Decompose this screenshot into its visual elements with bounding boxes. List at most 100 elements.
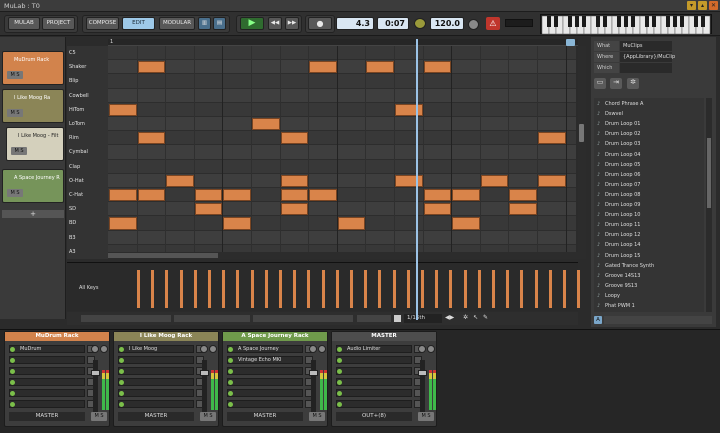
project-button[interactable]: PROJECT <box>42 17 75 30</box>
slot-power-icon[interactable] <box>337 391 342 396</box>
velocity-bar[interactable] <box>193 270 197 308</box>
fader-handle[interactable] <box>418 370 427 376</box>
add-track-button[interactable]: + <box>2 210 64 218</box>
velocity-bar[interactable] <box>151 270 155 308</box>
note-grid[interactable] <box>108 46 576 259</box>
note-block[interactable] <box>423 203 452 216</box>
note-block[interactable] <box>366 61 394 74</box>
velocity-bar[interactable] <box>321 270 325 308</box>
grid-vertical-scrollbar[interactable] <box>578 46 586 259</box>
velocity-bar[interactable] <box>392 270 396 308</box>
tempo-display[interactable]: 120.0 <box>430 17 464 30</box>
velocity-bar[interactable] <box>577 270 581 308</box>
browser-item[interactable]: Drum Loop 09 <box>596 200 700 210</box>
note-block[interactable] <box>194 189 223 202</box>
velocity-bar[interactable] <box>449 270 453 308</box>
velocity-bar[interactable] <box>364 270 368 308</box>
pointer-tool-icon[interactable]: ↖ <box>473 314 478 321</box>
which-value[interactable] <box>620 63 672 73</box>
strip-header[interactable]: MASTER <box>332 332 436 341</box>
slot-power-icon[interactable] <box>337 358 342 363</box>
velocity-bar[interactable] <box>492 270 495 308</box>
note-block[interactable] <box>452 189 480 202</box>
velocity-lane[interactable]: All Keys <box>67 262 581 311</box>
insert-slot[interactable] <box>336 367 412 375</box>
modular-button[interactable]: MODULAR <box>159 17 195 30</box>
note-block[interactable] <box>309 61 337 74</box>
note-block[interactable] <box>423 61 452 74</box>
fast-forward-icon[interactable]: ▶▶ <box>285 17 299 30</box>
velocity-bar[interactable] <box>222 270 226 308</box>
velocity-bar[interactable] <box>563 270 566 308</box>
mute-solo[interactable]: M S <box>7 71 23 79</box>
minimize-button[interactable]: ▾ <box>687 1 696 10</box>
edit-button[interactable]: EDIT <box>122 17 155 30</box>
rewind-icon[interactable]: ◀◀ <box>268 17 282 30</box>
pencil-tool-icon[interactable]: ✎ <box>483 314 488 321</box>
quantize-select[interactable]: 1/16th <box>404 314 442 323</box>
insert-slot[interactable] <box>227 389 303 397</box>
insert-slot[interactable]: I Like Moog <box>118 345 194 353</box>
velocity-bar[interactable] <box>534 270 538 308</box>
velocity-bar[interactable] <box>179 270 183 308</box>
insert-slot[interactable] <box>227 367 303 375</box>
velocity-bar[interactable] <box>506 270 510 308</box>
note-block[interactable] <box>309 189 337 202</box>
volume-knob[interactable] <box>318 345 326 353</box>
mixer-view-icon[interactable]: ▥ <box>198 17 211 30</box>
browser-scrollbar[interactable] <box>706 98 712 312</box>
browser-item[interactable]: Dswvel <box>596 109 700 119</box>
note-block[interactable] <box>252 118 280 131</box>
play-icon[interactable]: ▶ <box>240 17 264 30</box>
note-block[interactable] <box>280 132 309 145</box>
note-block[interactable] <box>137 189 166 202</box>
mute-solo[interactable]: M S <box>7 109 23 117</box>
velocity-bar[interactable] <box>264 270 268 308</box>
velocity-bar[interactable] <box>435 270 439 308</box>
velocity-bar[interactable] <box>477 270 481 308</box>
note-block[interactable] <box>280 189 309 202</box>
strip-header[interactable]: MuDrum Rack <box>5 332 109 341</box>
note-block[interactable] <box>452 217 480 230</box>
strip-mute-solo[interactable]: M S <box>200 412 216 421</box>
velocity-bar[interactable] <box>208 270 211 308</box>
pan-knob[interactable] <box>91 345 99 353</box>
volume-knob[interactable] <box>100 345 108 353</box>
browser-item[interactable]: Drum Loop 03 <box>596 139 700 149</box>
browser-item[interactable]: Drum Loop 08 <box>596 190 700 200</box>
slot-power-icon[interactable] <box>228 358 233 363</box>
insert-slot[interactable] <box>118 356 194 364</box>
note-block[interactable] <box>166 174 194 187</box>
fader-track[interactable] <box>93 360 98 412</box>
insert-slot[interactable] <box>9 378 85 386</box>
velocity-bar[interactable] <box>165 270 169 308</box>
slot-power-icon[interactable] <box>228 391 233 396</box>
slot-power-icon[interactable] <box>337 380 342 385</box>
where-field[interactable]: Where {AppLibrary}/MuClip <box>594 52 675 62</box>
slot-power-icon[interactable] <box>119 380 124 385</box>
note-block[interactable] <box>280 174 309 187</box>
velocity-bar[interactable] <box>293 270 297 308</box>
insert-slot[interactable]: Audio Limiter <box>336 345 412 353</box>
browser-item[interactable]: Drum Loop 06 <box>596 170 700 180</box>
browser-item[interactable]: Drum Loop 05 <box>596 160 700 170</box>
settings-icon[interactable]: ✲ <box>627 78 639 89</box>
velocity-bar[interactable] <box>350 270 353 308</box>
strip-mute-solo[interactable]: M S <box>418 412 434 421</box>
sync-icon[interactable] <box>414 18 426 29</box>
keyboard-keys[interactable] <box>541 15 713 35</box>
browser-item[interactable]: Drum Loop 12 <box>596 230 700 240</box>
insert-slot[interactable] <box>336 378 412 386</box>
volume-knob[interactable] <box>209 345 217 353</box>
strip-output[interactable]: OUT+(8) <box>336 412 412 421</box>
insert-slot[interactable] <box>118 378 194 386</box>
slot-power-icon[interactable] <box>10 391 15 396</box>
strip-mute-solo[interactable]: M S <box>309 412 325 421</box>
strip-header[interactable]: I Like Moog Rack <box>114 332 218 341</box>
note-block[interactable] <box>109 189 137 202</box>
fader-handle[interactable] <box>91 370 100 376</box>
insert-slot[interactable] <box>227 400 303 408</box>
footer-field-2[interactable] <box>174 315 250 322</box>
timeline-ruler[interactable]: 1 <box>108 39 578 46</box>
track-i-like-moog-filter[interactable]: I Like Moog - Filt M S <box>6 127 64 161</box>
